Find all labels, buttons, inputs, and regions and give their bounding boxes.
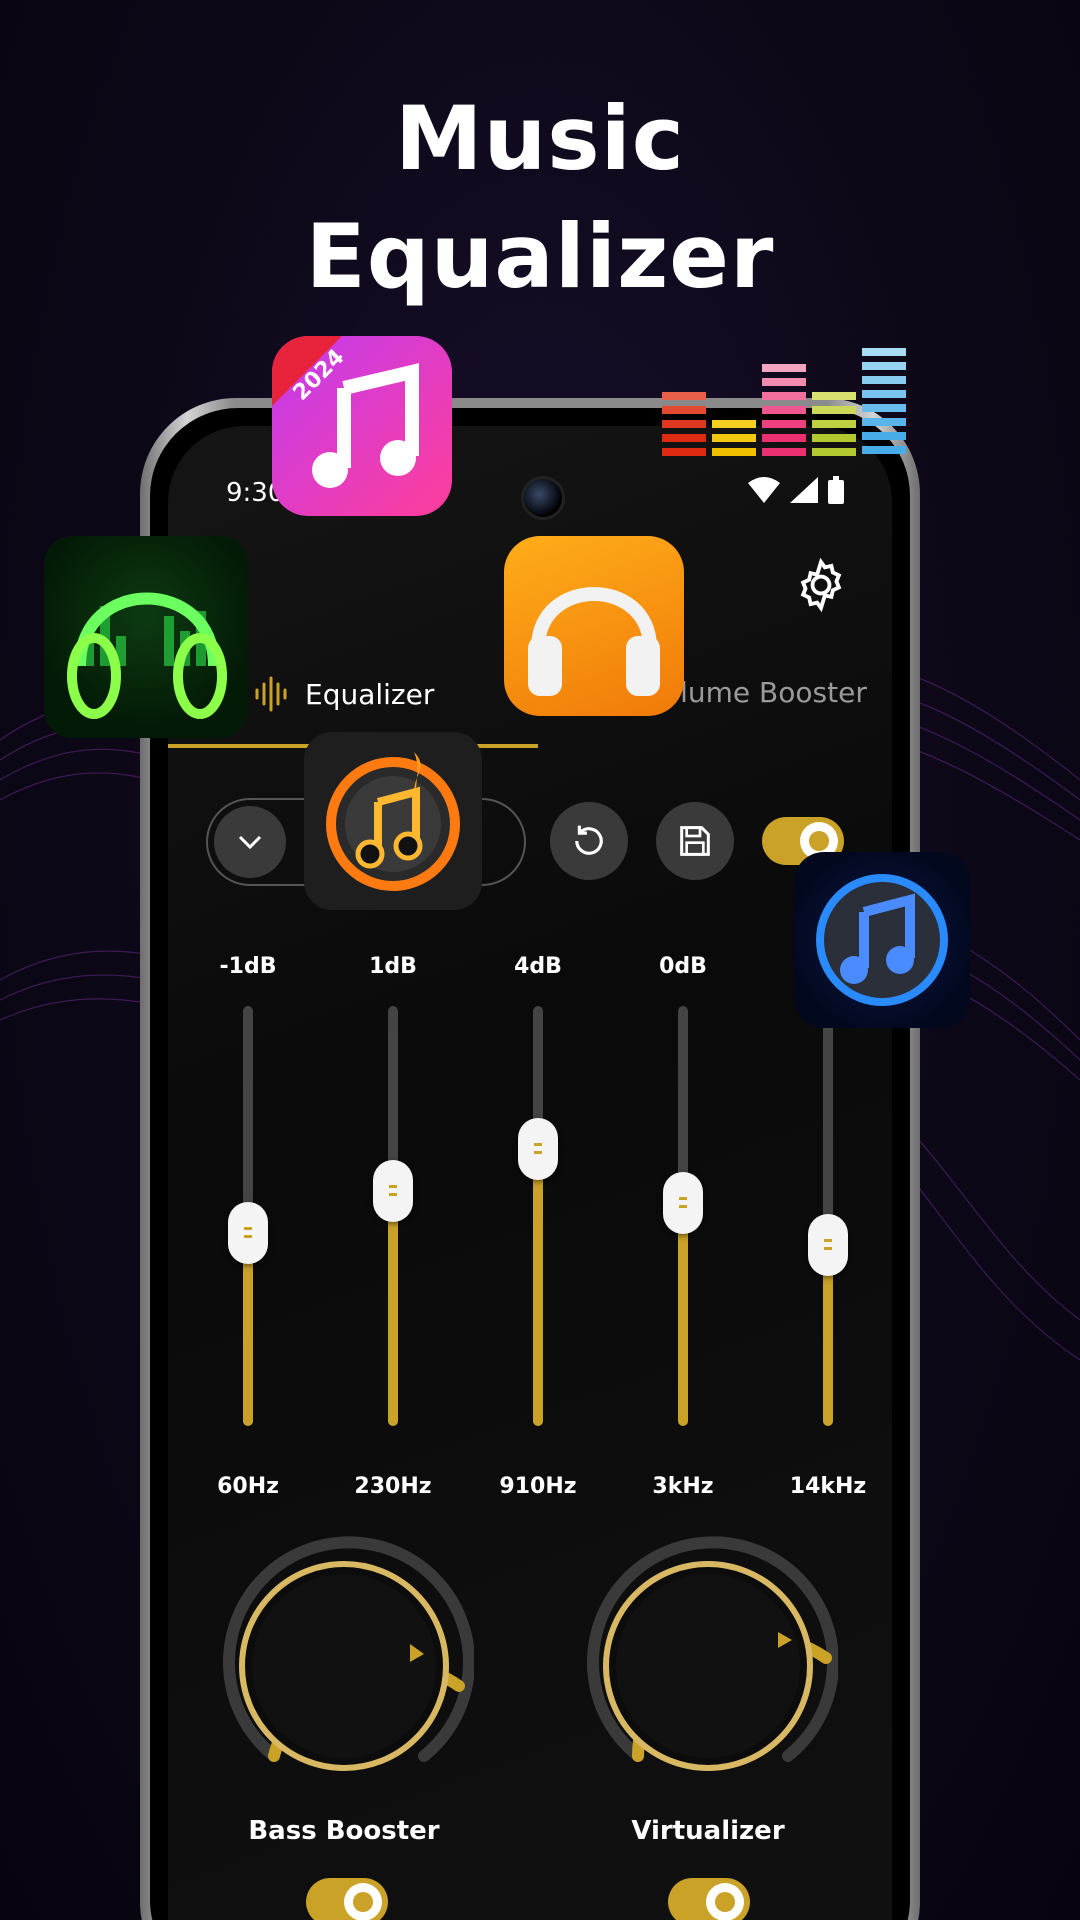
wifi-icon [748, 477, 780, 503]
band-db-label: 1dB [369, 954, 417, 979]
status-icons [748, 476, 844, 504]
battery-icon [828, 476, 844, 504]
band-frequency-label: 3kHz [652, 1474, 714, 1499]
fire-music-icon [304, 732, 482, 910]
slider-thumb[interactable] [808, 1214, 848, 1277]
tab-equalizer-label: Equalizer [305, 677, 435, 711]
slider-thumb[interactable] [518, 1117, 558, 1180]
save-icon [680, 826, 710, 856]
bass-booster-toggle[interactable] [306, 1878, 388, 1920]
music-note-app-icon: 2024 [272, 336, 452, 516]
front-camera [521, 476, 565, 520]
virtualizer-knob[interactable] [578, 1536, 838, 1796]
tab-volume-booster[interactable]: olume Booster [663, 676, 867, 709]
tab-equalizer[interactable]: Equalizer [253, 676, 434, 712]
gear-icon[interactable] [792, 556, 850, 614]
headline-line-2: Equalizer [305, 205, 775, 308]
reset-icon [575, 825, 603, 855]
virtualizer-toggle[interactable] [668, 1878, 750, 1920]
band-db-label: 0dB [659, 954, 707, 979]
band-db-label: 4dB [514, 954, 562, 979]
slider-thumb[interactable] [228, 1201, 268, 1264]
virtualizer-label: Virtualizer [631, 1816, 785, 1846]
band-frequency-label: 14kHz [789, 1474, 867, 1499]
band-db-label: -1dB [219, 954, 277, 979]
bass-booster-knob[interactable] [214, 1536, 474, 1796]
slider-thumb[interactable] [373, 1159, 413, 1222]
blue-music-icon [794, 852, 970, 1028]
band-frequency-label: 910Hz [499, 1474, 577, 1499]
page-headline: Music Equalizer [0, 80, 1080, 316]
bass-booster-label: Bass Booster [248, 1816, 440, 1846]
equalizer-bars-icon [662, 348, 906, 456]
signal-icon [790, 477, 818, 503]
band-frequency-label: 60Hz [217, 1474, 279, 1499]
orange-headphones-icon [504, 536, 684, 716]
band-frequency-label: 230Hz [354, 1474, 432, 1499]
waveform-icon [255, 676, 287, 712]
band-slider[interactable] [663, 1006, 703, 1426]
chevron-down-icon[interactable] [214, 806, 286, 878]
reset-button[interactable] [550, 802, 628, 880]
headline-line-1: Music [395, 87, 685, 190]
save-button[interactable] [656, 802, 734, 880]
band-slider[interactable] [373, 1006, 413, 1426]
band-slider[interactable] [228, 1006, 268, 1426]
band-slider[interactable] [808, 1006, 848, 1426]
band-slider[interactable] [518, 1006, 558, 1426]
neon-headphones-icon [44, 536, 248, 738]
slider-thumb[interactable] [663, 1172, 703, 1235]
